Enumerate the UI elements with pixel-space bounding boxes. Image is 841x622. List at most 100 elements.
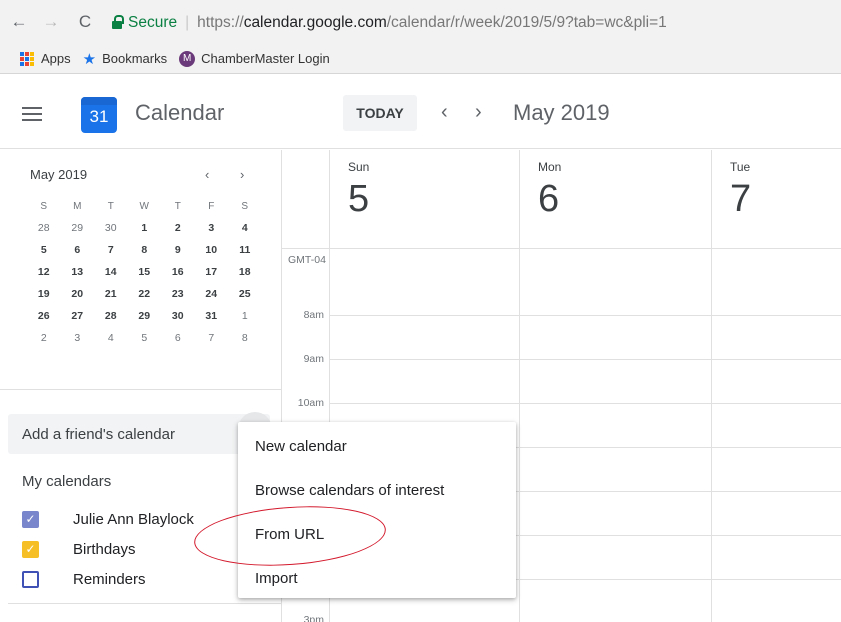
mini-week-row: 5 6 7 8 9 10 11 [27,238,262,262]
mini-week-row: 28 29 30 1 2 3 4 [27,217,262,239]
mini-day[interactable]: 15 [128,266,162,278]
calendar-name: Julie Ann Blaylock [73,510,194,528]
mini-day[interactable]: 11 [228,244,262,256]
weekday-label: W [139,200,149,212]
mini-next-icon[interactable]: › [240,167,244,182]
calendar-item-birthdays[interactable]: ✓ Birthdays [22,538,136,560]
mini-day[interactable]: 2 [27,332,61,344]
mini-day[interactable]: 19 [27,288,61,300]
forward-icon[interactable]: → [40,12,62,32]
mini-day[interactable]: 23 [161,288,195,300]
mini-day[interactable]: 30 [94,222,128,234]
bookmark-apps[interactable]: Apps [20,51,71,66]
mini-day[interactable]: 16 [161,266,195,278]
time-label: 9am [303,353,324,365]
mini-day[interactable]: 3 [195,222,229,234]
apps-grid-icon [20,51,34,66]
checkbox-checked-icon[interactable]: ✓ [22,510,39,528]
mini-prev-icon[interactable]: ‹ [205,167,209,182]
weekday-label: T [174,200,181,212]
mini-day[interactable]: 30 [161,310,195,322]
bookmark-label: ChamberMaster Login [201,51,330,66]
time-label: 10am [297,397,324,409]
menu-item-import[interactable]: Import [238,556,516,600]
menu-item-from-url[interactable]: From URL [238,512,516,556]
day-number[interactable]: 5 [348,178,369,221]
mini-day[interactable]: 22 [128,288,162,300]
mini-week-row: 2 3 4 5 6 7 8 [27,327,262,349]
mini-day[interactable]: 20 [61,288,95,300]
mini-day[interactable]: 4 [94,332,128,344]
mini-day[interactable]: 27 [61,310,95,322]
mini-day[interactable]: 28 [27,222,61,234]
mini-day[interactable]: 7 [195,332,229,344]
checkbox-unchecked-icon[interactable] [22,570,39,588]
day-header-sun[interactable]: Sun 5 [329,150,519,249]
menu-item-new-calendar[interactable]: New calendar [238,424,516,468]
mini-day[interactable]: 4 [228,222,262,234]
add-calendar-menu: New calendar Browse calendars of interes… [238,422,516,598]
mini-day[interactable]: 8 [228,332,262,344]
mini-day[interactable]: 6 [61,244,95,256]
mini-day-selected[interactable]: 9 [161,238,195,262]
mini-day[interactable]: 5 [27,244,61,256]
mini-day[interactable]: 8 [128,244,162,256]
mini-day[interactable]: 2 [161,222,195,234]
today-button[interactable]: TODAY [343,95,417,131]
browser-toolbar: ← → C Secure | https://calendar.google.c… [0,0,841,44]
mini-calendar-grid: S M T W T F S 28 29 30 1 2 3 4 5 6 7 8 9… [27,195,262,349]
day-header-mon[interactable]: Mon 6 [519,150,711,249]
mini-day[interactable]: 12 [27,266,61,278]
mini-calendar: May 2019 ‹ › S M T W T F S 28 29 30 1 2 … [0,150,281,390]
mini-day[interactable]: 18 [228,266,262,278]
day-name: Mon [538,160,562,174]
menu-item-browse-calendars[interactable]: Browse calendars of interest [238,468,516,512]
my-calendars-label[interactable]: My calendars [22,473,111,490]
day-number[interactable]: 7 [730,178,751,221]
mini-day[interactable]: 1 [228,310,262,322]
timezone-label: GMT-04 [286,254,328,266]
mini-day[interactable]: 21 [94,288,128,300]
add-friend-input[interactable]: Add a friend's calendar [8,414,270,454]
checkbox-checked-icon[interactable]: ✓ [22,540,39,558]
next-week-icon[interactable]: › [475,101,482,124]
sidebar-divider [8,603,281,604]
mini-day[interactable]: 25 [228,288,262,300]
day-number[interactable]: 6 [538,178,559,221]
lock-icon [112,15,124,29]
mini-day[interactable]: 7 [94,244,128,256]
mini-day[interactable]: 29 [128,310,162,322]
mini-day[interactable]: 10 [195,244,229,256]
mini-day[interactable]: 5 [128,332,162,344]
weekday-label: S [241,200,249,212]
mini-day[interactable]: 24 [195,288,229,300]
mini-day[interactable]: 1 [128,222,162,234]
mini-day[interactable]: 6 [161,332,195,344]
reload-icon[interactable]: C [74,12,96,32]
hour-line [329,359,841,360]
calendar-logo-icon[interactable]: 31 [81,97,117,133]
bookmark-chambermaster[interactable]: M ChamberMaster Login [179,50,330,67]
day-header-tue[interactable]: Tue 7 [711,150,841,249]
mini-day[interactable]: 31 [195,310,229,322]
calendar-item-reminders[interactable]: Reminders [22,568,146,590]
day-name: Sun [348,160,370,174]
calendar-item-julie[interactable]: ✓ Julie Ann Blaylock [22,508,194,530]
bookmark-bookmarks[interactable]: ★ Bookmarks [83,50,167,68]
mini-day[interactable]: 26 [27,310,61,322]
prev-week-icon[interactable]: ‹ [441,101,448,124]
weekday-label: T [107,200,114,212]
back-icon[interactable]: ← [8,12,30,32]
mini-day[interactable]: 17 [195,266,229,278]
mini-day[interactable]: 14 [94,266,128,278]
mini-day[interactable]: 29 [61,222,95,234]
hour-line [329,403,841,404]
mini-day[interactable]: 28 [94,310,128,322]
bookmark-label: Apps [41,51,71,66]
mini-day[interactable]: 13 [61,266,95,278]
url-text[interactable]: https://calendar.google.com/calendar/r/w… [197,14,667,32]
mini-day[interactable]: 3 [61,332,95,344]
address-bar[interactable]: Secure | https://calendar.google.com/cal… [112,8,841,38]
main-menu-icon[interactable] [22,107,42,121]
current-range: May 2019 [513,100,610,125]
